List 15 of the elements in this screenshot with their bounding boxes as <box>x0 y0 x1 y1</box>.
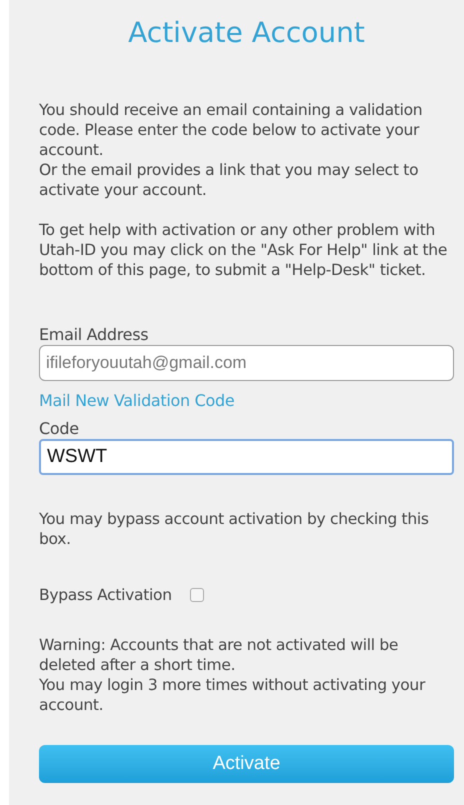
field-label: Code <box>39 419 80 439</box>
bypass-checkbox[interactable] <box>190 588 204 602</box>
email-field[interactable]: ifileforyouutah@gmail.com <box>39 345 454 381</box>
instruction-text: To get help with activation or any other problem with Utah-ID you may click on the "Ask For Help" link at the bottom of this page, to submit a "Help-Desk" ticket. <box>39 220 448 280</box>
instruction-text: You should receive an email containing a validation code. Please enter the code below to activate your account. <box>39 100 424 160</box>
field-label: Email Address <box>39 325 150 345</box>
checkbox-label: Bypass Activation <box>39 585 172 605</box>
mail-code-link[interactable]: Mail New Validation Code <box>39 391 234 411</box>
warning-text: You may login 3 more times without activating your account. <box>39 675 426 715</box>
code-field[interactable]: WSWT <box>39 439 454 475</box>
page-title: Activate Account <box>127 15 366 50</box>
activate-button[interactable]: Activate <box>39 745 454 783</box>
instruction-text: Or the email provides a link that you may select to activate your account. <box>39 160 420 200</box>
bypass-note: You may bypass account activation by checking this box. <box>39 509 430 549</box>
warning-text: Warning: Accounts that are not activated will be deleted after a short time. <box>39 635 400 675</box>
